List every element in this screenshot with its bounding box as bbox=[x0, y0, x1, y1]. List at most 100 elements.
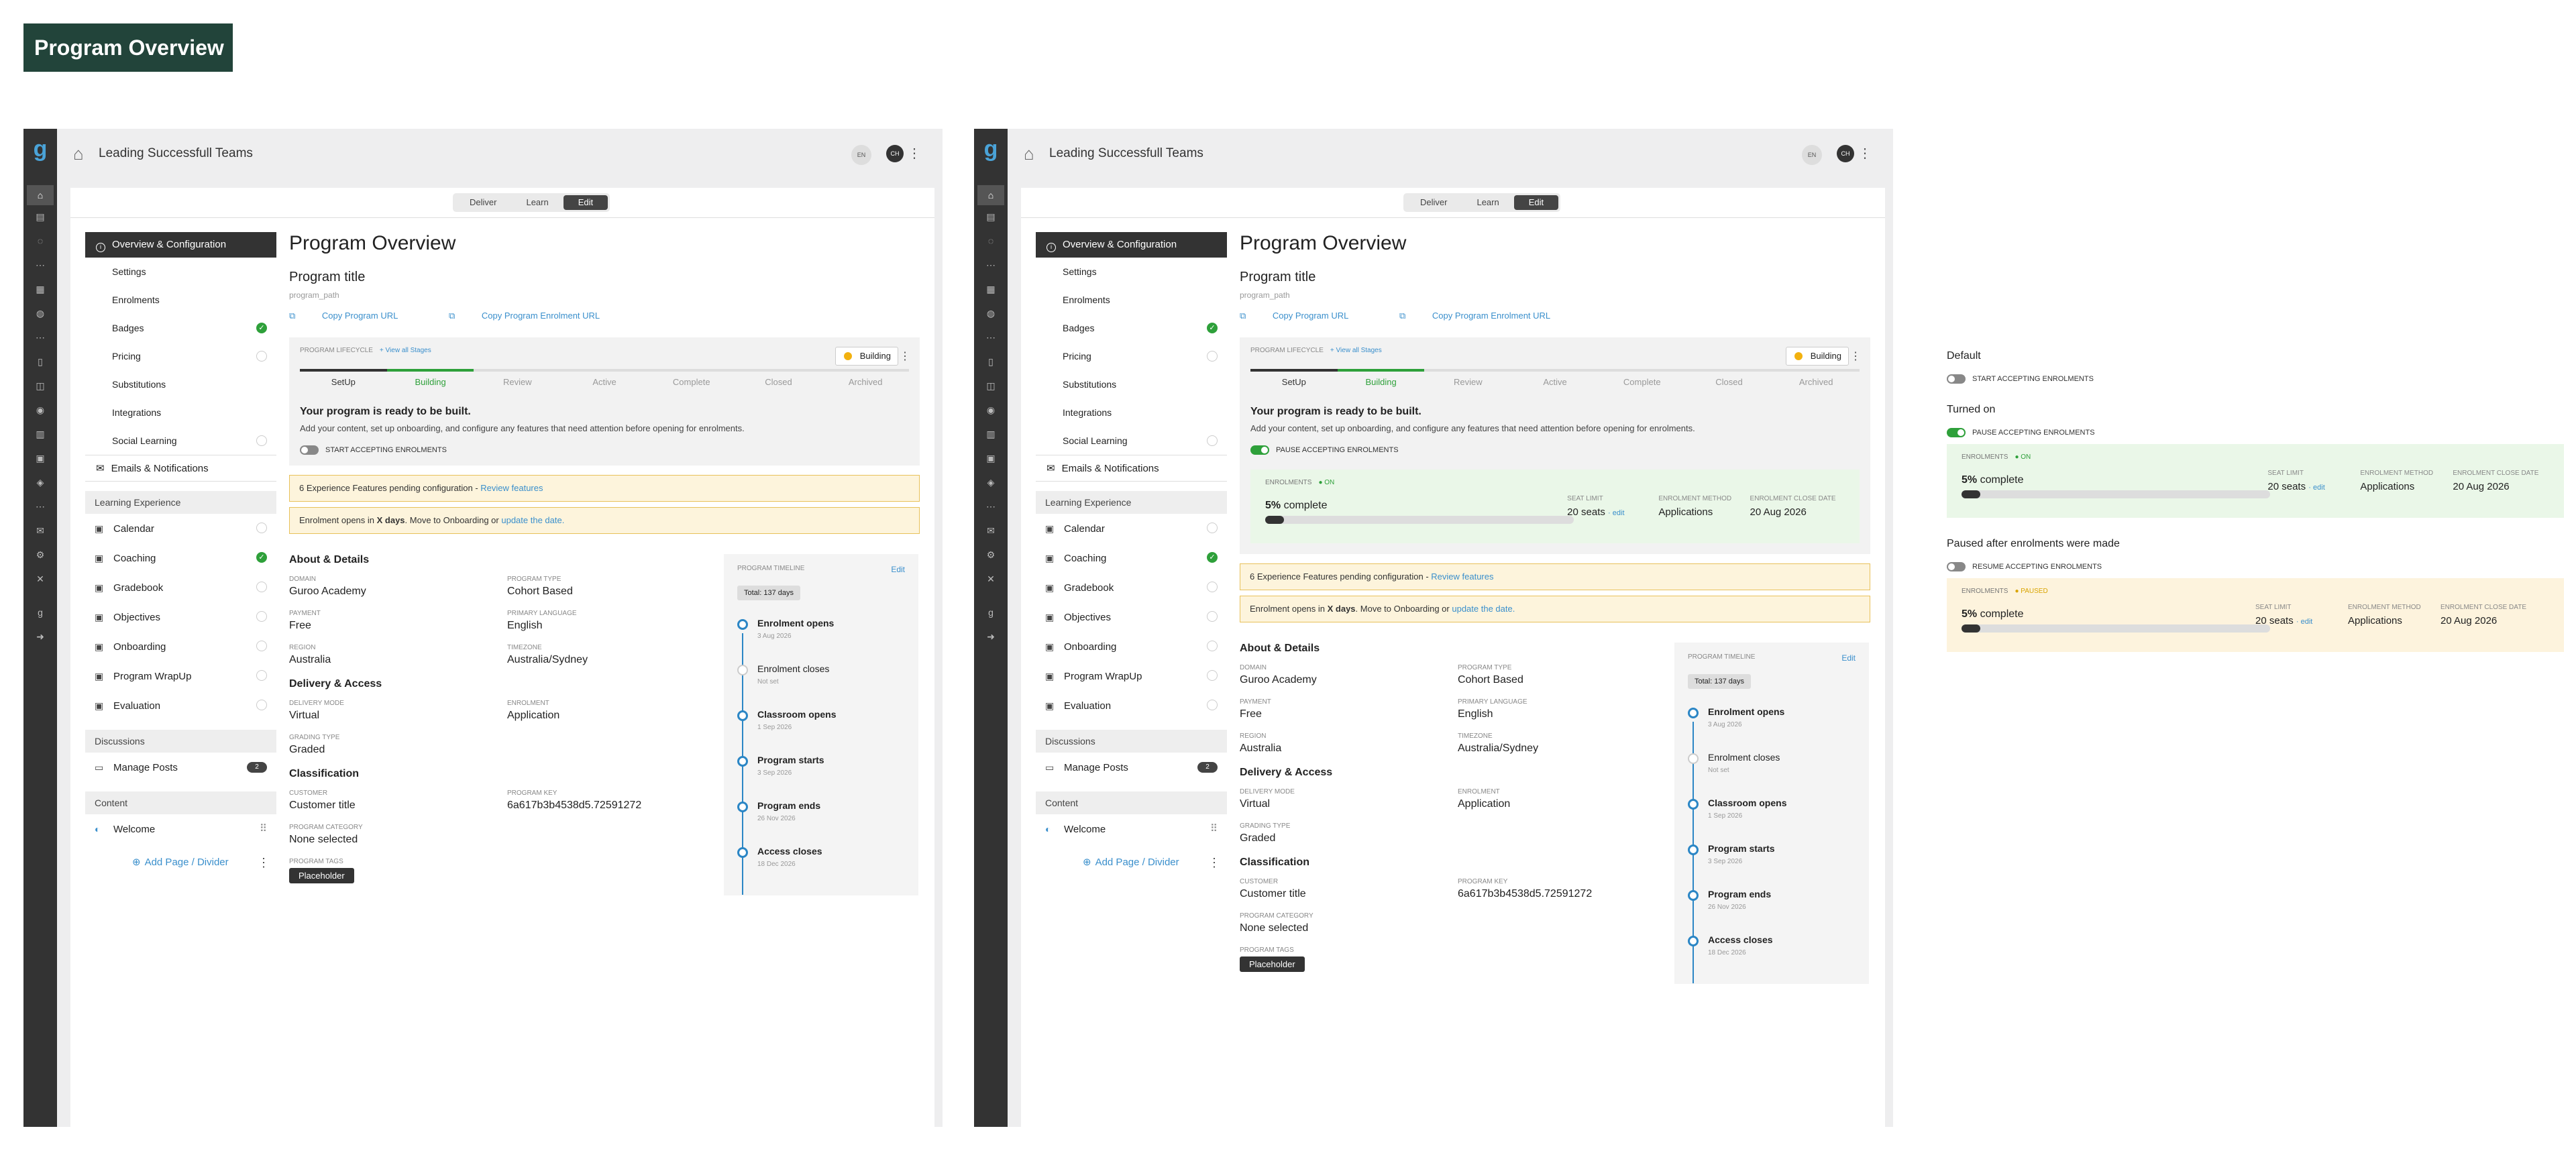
home-rail-icon[interactable]: ⌂ bbox=[977, 185, 1004, 205]
copy-program-url-link[interactable]: ⧉ Copy Program URL bbox=[1240, 311, 1373, 321]
copy-enrolment-url-link[interactable]: ⧉ Copy Program Enrolment URL bbox=[1399, 311, 1574, 321]
settings-rail-icon[interactable]: ⚙ bbox=[984, 549, 998, 561]
logout-rail-icon[interactable]: ➜ bbox=[34, 631, 47, 643]
tab-edit[interactable]: Edit bbox=[1513, 195, 1559, 210]
seat-limit-edit-link[interactable]: · edit bbox=[1608, 509, 1624, 517]
seat-limit-edit-link[interactable]: · edit bbox=[2296, 618, 2312, 626]
sidebar-item-emails[interactable]: ✉ Emails & Notifications bbox=[1036, 455, 1227, 482]
more-rail-icon[interactable]: ⋯ bbox=[984, 259, 998, 271]
app-logo-icon[interactable]: g bbox=[30, 135, 50, 162]
mail-rail-icon[interactable]: ✉ bbox=[34, 525, 47, 537]
sidebar-item-social-learning[interactable]: Social Learning bbox=[1036, 427, 1227, 455]
table-rail-icon[interactable]: ▦ bbox=[34, 283, 47, 295]
settings-rail-icon[interactable]: ⚙ bbox=[34, 549, 47, 561]
more-rail-icon[interactable]: ⋯ bbox=[34, 259, 47, 271]
sidebar-item-calendar[interactable]: ▣ Calendar bbox=[85, 514, 276, 543]
more-rail-icon-2[interactable]: ⋯ bbox=[34, 331, 47, 343]
tag-chip[interactable]: Placeholder bbox=[289, 868, 354, 883]
pause-enrolments-toggle[interactable] bbox=[1947, 428, 1966, 437]
sidebar-item-calendar[interactable]: ▣ Calendar bbox=[1036, 514, 1227, 543]
home-icon[interactable]: ⌂ bbox=[73, 144, 93, 164]
resume-enrolments-toggle[interactable] bbox=[1947, 562, 1966, 571]
shield-rail-icon[interactable]: ◈ bbox=[34, 476, 47, 488]
language-selector[interactable]: EN bbox=[851, 145, 871, 165]
doc-rail-icon[interactable]: ▯ bbox=[34, 355, 47, 368]
logout-rail-icon[interactable]: ➜ bbox=[984, 631, 998, 643]
layers-rail-icon[interactable]: ◫ bbox=[34, 380, 47, 392]
language-selector[interactable]: EN bbox=[1802, 145, 1822, 165]
sidebar-item-coaching[interactable]: ▣ Coaching ✓ bbox=[85, 543, 276, 573]
add-page-menu-icon[interactable]: ⋮ bbox=[258, 849, 270, 876]
view-all-stages-link[interactable]: + View all Stages bbox=[1330, 347, 1382, 354]
more-options-icon[interactable]: ⋮ bbox=[908, 144, 921, 164]
report-rail-icon[interactable]: ▣ bbox=[34, 452, 47, 464]
sidebar-item-pricing[interactable]: Pricing bbox=[85, 342, 276, 370]
layers-rail-icon[interactable]: ◫ bbox=[984, 380, 998, 392]
sidebar-item-onboarding[interactable]: ▣ Onboarding bbox=[1036, 632, 1227, 661]
table-rail-icon[interactable]: ▦ bbox=[984, 283, 998, 295]
sidebar-item-pricing[interactable]: Pricing bbox=[1036, 342, 1227, 370]
update-date-link[interactable]: update the date. bbox=[501, 515, 564, 525]
sidebar-item-manage-posts[interactable]: ▭ Manage Posts 2 bbox=[85, 753, 276, 782]
chat-rail-icon[interactable]: ◌ bbox=[984, 235, 998, 247]
mail-rail-icon[interactable]: ✉ bbox=[984, 525, 998, 537]
tab-learn[interactable]: Learn bbox=[511, 195, 563, 210]
users-rail-icon[interactable]: ◉ bbox=[984, 404, 998, 416]
lifecycle-menu-icon[interactable]: ⋮ bbox=[1850, 349, 1861, 363]
shield-rail-icon[interactable]: ◈ bbox=[984, 476, 998, 488]
avatar[interactable]: CH bbox=[1837, 145, 1854, 162]
building-rail-icon[interactable]: ▥ bbox=[34, 428, 47, 440]
home-icon[interactable]: ⌂ bbox=[1024, 144, 1044, 164]
more-rail-icon-3[interactable]: ⋯ bbox=[984, 500, 998, 512]
sidebar-item-settings[interactable]: Settings bbox=[1036, 258, 1227, 286]
sidebar-item-gradebook[interactable]: ▣ Gradebook bbox=[1036, 573, 1227, 602]
sidebar-item-manage-posts[interactable]: ▭ Manage Posts 2 bbox=[1036, 753, 1227, 782]
add-page-menu-icon[interactable]: ⋮ bbox=[1208, 849, 1220, 876]
sidebar-item-badges[interactable]: Badges ✓ bbox=[1036, 314, 1227, 342]
sidebar-item-social-learning[interactable]: Social Learning bbox=[85, 427, 276, 455]
app-logo-icon[interactable]: g bbox=[981, 135, 1001, 162]
sidebar-item-gradebook[interactable]: ▣ Gradebook bbox=[85, 573, 276, 602]
copy-program-url-link[interactable]: ⧉ Copy Program URL bbox=[289, 311, 422, 321]
seat-limit-edit-link[interactable]: · edit bbox=[2308, 484, 2324, 492]
tab-learn[interactable]: Learn bbox=[1462, 195, 1513, 210]
more-rail-icon-3[interactable]: ⋯ bbox=[34, 500, 47, 512]
doc-rail-icon[interactable]: ▯ bbox=[984, 355, 998, 368]
tag-chip[interactable]: Placeholder bbox=[1240, 956, 1305, 972]
sidebar-item-onboarding[interactable]: ▣ Onboarding bbox=[85, 632, 276, 661]
sidebar-item-enrolments[interactable]: Enrolments bbox=[1036, 286, 1227, 314]
sidebar-item-program-wrapup[interactable]: ▣ Program WrapUp bbox=[85, 661, 276, 691]
sidebar-item-coaching[interactable]: ▣ Coaching ✓ bbox=[1036, 543, 1227, 573]
tools-rail-icon[interactable]: ✕ bbox=[984, 573, 998, 585]
chat-rail-icon[interactable]: ◌ bbox=[34, 235, 47, 247]
sidebar-item-welcome[interactable]: ◐ Welcome ⠿ bbox=[85, 814, 276, 844]
sidebar-item-evaluation[interactable]: ▣ Evaluation bbox=[85, 691, 276, 720]
more-options-icon[interactable]: ⋮ bbox=[1858, 144, 1872, 164]
drag-handle-icon[interactable]: ⠿ bbox=[1210, 814, 1218, 844]
add-page-button[interactable]: ⊕ Add Page / Divider ⋮ bbox=[1036, 849, 1227, 876]
tools-rail-icon[interactable]: ✕ bbox=[34, 573, 47, 585]
timeline-edit-link[interactable]: Edit bbox=[1841, 653, 1856, 663]
sidebar-item-objectives[interactable]: ▣ Objectives bbox=[1036, 602, 1227, 632]
comments-rail-icon[interactable]: ◍ bbox=[984, 307, 998, 319]
stage-status-chip[interactable]: Building bbox=[1785, 347, 1849, 366]
sidebar-item-settings[interactable]: Settings bbox=[85, 258, 276, 286]
sidebar-item-substitutions[interactable]: Substitutions bbox=[85, 370, 276, 398]
add-page-button[interactable]: ⊕ Add Page / Divider ⋮ bbox=[85, 849, 276, 876]
review-features-link[interactable]: Review features bbox=[480, 483, 543, 493]
sidebar-item-integrations[interactable]: Integrations bbox=[1036, 398, 1227, 427]
review-features-link[interactable]: Review features bbox=[1431, 571, 1493, 582]
copy-enrolment-url-link[interactable]: ⧉ Copy Program Enrolment URL bbox=[449, 311, 624, 321]
sidebar-item-evaluation[interactable]: ▣ Evaluation bbox=[1036, 691, 1227, 720]
library-rail-icon[interactable]: ▤ bbox=[984, 211, 998, 223]
sidebar-item-overview[interactable]: i Overview & Configuration bbox=[1036, 232, 1227, 258]
sidebar-item-program-wrapup[interactable]: ▣ Program WrapUp bbox=[1036, 661, 1227, 691]
start-enrolments-toggle[interactable] bbox=[300, 445, 319, 455]
more-rail-icon-2[interactable]: ⋯ bbox=[984, 331, 998, 343]
tab-deliver[interactable]: Deliver bbox=[1405, 195, 1462, 210]
library-rail-icon[interactable]: ▤ bbox=[34, 211, 47, 223]
timeline-edit-link[interactable]: Edit bbox=[891, 565, 905, 574]
sidebar-item-enrolments[interactable]: Enrolments bbox=[85, 286, 276, 314]
guroo-rail-icon[interactable]: g bbox=[984, 606, 998, 618]
stage-status-chip[interactable]: Building bbox=[835, 347, 898, 366]
